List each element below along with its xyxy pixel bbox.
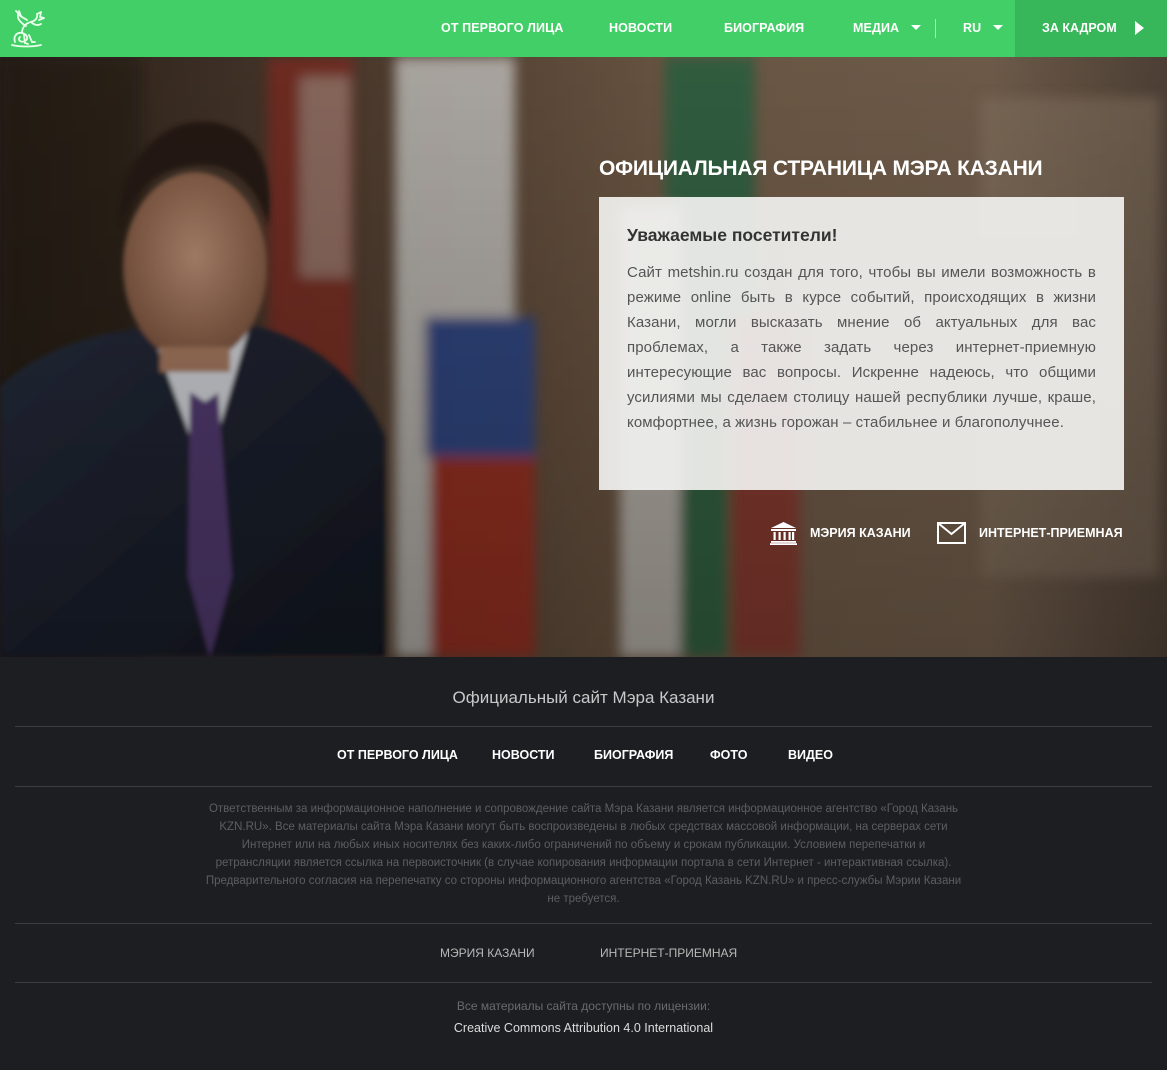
city-hall-link[interactable]: МЭРИЯ КАЗАНИ (770, 519, 911, 547)
footer-link-internet-reception[interactable]: ИНТЕРНЕТ-ПРИЕМНАЯ (600, 946, 737, 960)
footer-title: Официальный сайт Мэра Казани (452, 688, 715, 707)
language-dropdown[interactable]: RU (963, 0, 1004, 57)
nav-item-first-person[interactable]: ОТ ПЕРВОГО ЛИЦА (441, 0, 563, 57)
footer-nav-video[interactable]: ВИДЕО (788, 748, 833, 762)
footer-menu: ОТ ПЕРВОГО ЛИЦА НОВОСТИ БИОГРАФИЯ ФОТО В… (0, 748, 1167, 766)
hero-section: ОФИЦИАЛЬНАЯ СТРАНИЦА МЭРА КАЗАНИ Уважаем… (0, 57, 1167, 657)
welcome-text: Сайт metshin.ru создан для того, чтобы в… (627, 264, 1096, 431)
internet-reception-link[interactable]: ИНТЕРНЕТ-ПРИЕМНАЯ (937, 519, 1123, 547)
divider (15, 982, 1152, 983)
page-title: ОФИЦИАЛЬНАЯ СТРАНИЦА МЭРА КАЗАНИ (599, 157, 1043, 180)
caret-down-icon (911, 25, 922, 31)
site-footer: Официальный сайт Мэра Казани ОТ ПЕРВОГО … (0, 657, 1167, 1070)
footer-nav-photo[interactable]: ФОТО (710, 748, 747, 762)
envelope-icon (937, 522, 966, 544)
play-arrow-icon (1135, 21, 1144, 35)
nav-item-media-dropdown[interactable]: МЕДИА (853, 0, 922, 57)
license-link[interactable]: Creative Commons Attribution 4.0 Interna… (0, 1021, 1167, 1035)
nav-item-label: ОТ ПЕРВОГО ЛИЦА (441, 21, 564, 35)
top-navigation-bar: ОТ ПЕРВОГО ЛИЦА НОВОСТИ БИОГРАФИЯ МЕДИА … (0, 0, 1167, 57)
behind-the-scenes-button[interactable]: ЗА КАДРОМ (1015, 0, 1167, 57)
internet-reception-label: ИНТЕРНЕТ-ПРИЕМНАЯ (979, 526, 1123, 540)
divider (15, 923, 1152, 924)
main-menu: ОТ ПЕРВОГО ЛИЦА НОВОСТИ БИОГРАФИЯ МЕДИА … (0, 0, 1167, 57)
divider (15, 786, 1152, 787)
footer-disclaimer: Ответственным за информационное наполнен… (205, 803, 962, 905)
nav-item-biography[interactable]: БИОГРАФИЯ (724, 0, 804, 57)
nav-item-label: БИОГРАФИЯ (724, 21, 805, 35)
nav-item-label: НОВОСТИ (609, 21, 673, 35)
city-hall-icon (770, 522, 797, 545)
license-label: Все материалы сайта доступны по лицензии… (456, 999, 711, 1013)
caret-down-icon (993, 25, 1004, 31)
footer-link-city-hall[interactable]: МЭРИЯ КАЗАНИ (440, 946, 535, 960)
nav-item-news[interactable]: НОВОСТИ (609, 0, 672, 57)
nav-divider (935, 19, 936, 38)
footer-nav-first-person[interactable]: ОТ ПЕРВОГО ЛИЦА (337, 748, 458, 762)
city-hall-label: МЭРИЯ КАЗАНИ (810, 526, 911, 540)
welcome-message-box: Уважаемые посетители! Сайт metshin.ru со… (599, 197, 1124, 490)
footer-nav-news[interactable]: НОВОСТИ (492, 748, 555, 762)
divider (15, 726, 1152, 727)
nav-item-label: МЕДИА (853, 21, 900, 35)
footer-nav-biography[interactable]: БИОГРАФИЯ (594, 748, 673, 762)
behind-the-scenes-label: ЗА КАДРОМ (1042, 21, 1117, 35)
welcome-heading: Уважаемые посетители! (627, 225, 838, 245)
language-label: RU (963, 21, 982, 35)
